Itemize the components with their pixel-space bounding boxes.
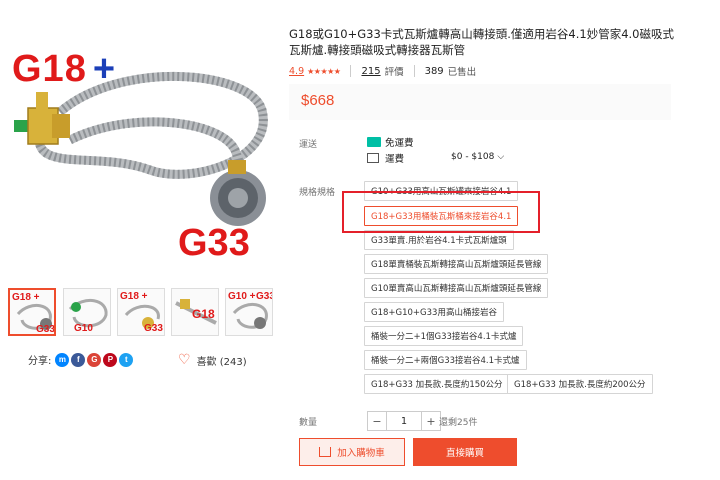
shipping-fee-dropdown[interactable]: $0 - $108 ⌵ xyxy=(451,152,504,162)
reviews-count[interactable]: 215 xyxy=(361,66,380,77)
messenger-icon[interactable]: m xyxy=(55,352,70,367)
spec-option-10[interactable]: G18+G33 加長款.長度約200公分 xyxy=(507,374,653,394)
rating-value[interactable]: 4.9 xyxy=(289,66,304,77)
shipping-fee: 運費 xyxy=(367,151,404,165)
shipping-label: 運送 xyxy=(299,140,318,150)
spec-option-9[interactable]: G18+G33 加長款.長度約150公分 xyxy=(364,374,510,394)
quantity-increase-button[interactable]: + xyxy=(421,411,441,431)
spec-option-8[interactable]: 桶裝一分二+兩個G33接岩谷4.1卡式爐 xyxy=(364,350,527,370)
free-shipping-truck-icon xyxy=(367,137,381,147)
product-info-panel: G18或G10+G33卡式瓦斯爐轉高山轉接頭.僅適用岩谷4.1妙管家4.0磁吸式… xyxy=(283,0,720,480)
spec-label: 規格規格 xyxy=(299,188,336,198)
chevron-down-icon: ⌵ xyxy=(497,152,505,162)
thumbnail-1[interactable]: G18 + G33 xyxy=(8,288,56,336)
heart-icon: ♡ xyxy=(178,352,191,368)
spec-option-7[interactable]: 桶裝一分二+1個G33接岩谷4.1卡式爐 xyxy=(364,326,524,346)
divider xyxy=(413,65,415,77)
thumbnail-3[interactable]: G18 + G33 xyxy=(117,288,165,336)
sold-label: 已售出 xyxy=(447,67,477,78)
buy-now-button[interactable]: 直接購買 xyxy=(413,438,517,466)
quantity-stepper: − 1 + xyxy=(367,411,441,431)
add-to-cart-button[interactable]: 加入購物車 xyxy=(299,438,405,466)
rating-stats: 4.9 ★★★★★ 215 評價 389 已售出 xyxy=(289,64,476,78)
share-label: 分享: xyxy=(28,356,52,367)
thumbnail-strip: G18 + G33 G10 G18 + G33 G18 G10 + G33 xyxy=(8,288,283,340)
image-label-g33: G33 xyxy=(178,222,250,264)
sold-count: 389 xyxy=(424,65,444,77)
price-box: $668 xyxy=(289,84,671,120)
image-label-g18: G18 + xyxy=(12,48,117,90)
spec-option-5[interactable]: G10單賣高山瓦斯轉接高山瓦斯爐頭延長管線 xyxy=(364,278,549,298)
product-title: G18或G10+G33卡式瓦斯爐轉高山轉接頭.僅適用岩谷4.1妙管家4.0磁吸式… xyxy=(289,27,675,57)
thumbnail-4[interactable]: G18 xyxy=(171,288,219,336)
spec-option-6[interactable]: G18+G10+G33用高山桶接岩谷 xyxy=(364,302,504,322)
stock-remaining: 還剩25件 xyxy=(439,418,478,428)
favorite-button[interactable]: ♡ 喜歡 (243) xyxy=(178,352,247,368)
google-plus-icon[interactable]: G xyxy=(87,352,102,367)
truck-icon xyxy=(367,153,379,163)
twitter-icon[interactable]: t xyxy=(119,352,134,367)
product-price: $668 xyxy=(301,92,335,109)
quantity-decrease-button[interactable]: − xyxy=(367,411,387,431)
free-shipping: 免運費 xyxy=(367,135,414,149)
pinterest-icon[interactable]: P xyxy=(103,352,118,367)
quantity-label: 數量 xyxy=(299,418,318,428)
facebook-icon[interactable]: f xyxy=(71,352,86,367)
spec-option-1[interactable]: G10+G33用高山瓦斯罐來接岩谷4.1 xyxy=(364,181,519,201)
rating-stars-icon: ★★★★★ xyxy=(307,66,341,76)
share-row: 分享: m f G P t xyxy=(28,352,135,367)
product-gallery: G18 + G33 G18 + G33 G10 G18 + G33 G18 G10… xyxy=(0,0,283,480)
spec-option-3[interactable]: G33單賣.用於岩谷4.1卡式瓦斯爐頭 xyxy=(364,230,514,250)
thumbnail-5[interactable]: G10 + G33 xyxy=(225,288,273,336)
spec-option-2[interactable]: G18+G33用桶裝瓦斯桶來接岩谷4.1 xyxy=(364,206,519,226)
divider xyxy=(350,65,352,77)
thumbnail-2[interactable]: G10 xyxy=(63,288,111,336)
reviews-label: 評價 xyxy=(384,67,404,78)
quantity-input[interactable]: 1 xyxy=(387,411,421,431)
spec-option-4[interactable]: G18單賣桶裝瓦斯轉接高山瓦斯爐頭延長管線 xyxy=(364,254,549,274)
favorite-label: 喜歡 (243) xyxy=(196,356,247,368)
main-product-image[interactable]: G18 + G33 xyxy=(0,0,283,283)
cart-icon xyxy=(319,447,332,457)
